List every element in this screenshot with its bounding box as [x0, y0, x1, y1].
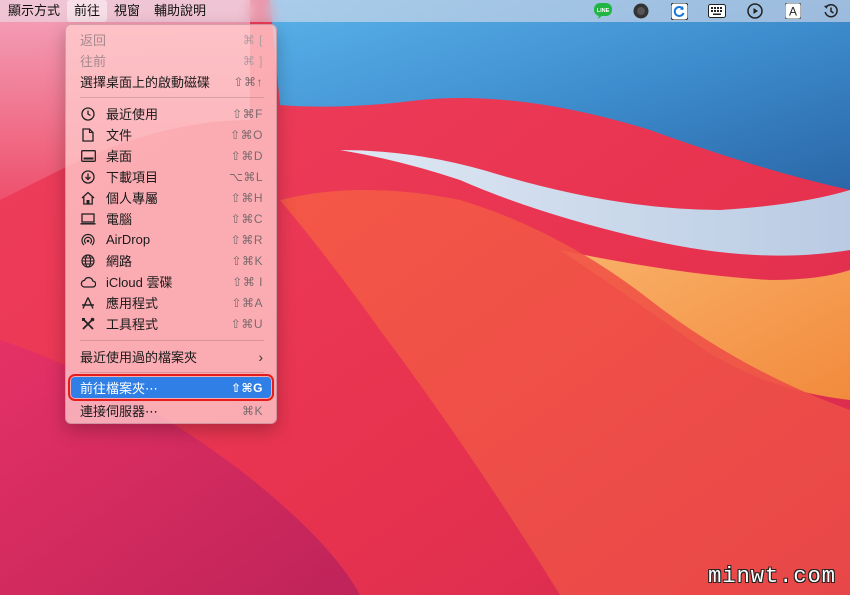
menu-item-applications[interactable]: 應用程式 ⇧⌘A — [71, 292, 271, 313]
download-icon — [80, 169, 96, 185]
line-app-icon[interactable]: LINE — [592, 0, 614, 22]
time-machine-icon[interactable] — [820, 0, 842, 22]
menu-item-recent-folders[interactable]: 最近使用過的檔案夾 › — [71, 346, 271, 367]
menu-item-airdrop[interactable]: AirDrop ⇧⌘R — [71, 229, 271, 250]
status-area: LINE A — [584, 0, 850, 22]
document-icon — [80, 127, 96, 143]
computer-icon — [80, 211, 96, 227]
menu-item-recents[interactable]: 最近使用 ⇧⌘F — [71, 103, 271, 124]
menubar-help[interactable]: 輔助說明 — [147, 0, 213, 22]
home-icon — [80, 190, 96, 206]
network-icon — [80, 253, 96, 269]
desktop-icon — [80, 148, 96, 164]
chevron-right-icon: › — [258, 348, 263, 365]
keyboard-icon[interactable] — [706, 0, 728, 22]
menu-separator — [80, 340, 264, 341]
input-source-icon[interactable]: A — [782, 0, 804, 22]
menu-item-downloads[interactable]: 下載項目 ⌥⌘L — [71, 166, 271, 187]
menu-item-home[interactable]: 個人專屬 ⇧⌘H — [71, 187, 271, 208]
airdrop-icon — [80, 232, 96, 248]
menubar-view[interactable]: 顯示方式 — [0, 0, 67, 22]
menu-separator — [80, 97, 264, 98]
menubar-window[interactable]: 視窗 — [107, 0, 147, 22]
menu-item-forward[interactable]: 往前 ⌘ ] — [71, 50, 271, 71]
menu-item-network[interactable]: 網路 ⇧⌘K — [71, 250, 271, 271]
play-circle-icon[interactable] — [744, 0, 766, 22]
menu-item-back[interactable]: 返回 ⌘ [ — [71, 29, 271, 50]
input-source-label: A — [789, 5, 797, 19]
tools-icon — [80, 316, 96, 332]
cloud-icon — [80, 274, 96, 290]
menu-item-icloud-drive[interactable]: iCloud 雲碟 ⇧⌘ I — [71, 271, 271, 292]
menu-item-utilities[interactable]: 工具程式 ⇧⌘U — [71, 313, 271, 334]
menu-item-startup-disk[interactable]: 選擇桌面上的啟動磁碟 ⇧⌘↑ — [71, 71, 271, 92]
applications-icon — [80, 295, 96, 311]
watermark: minwt.com — [708, 564, 836, 589]
refresh-badge-icon[interactable] — [668, 0, 690, 22]
go-menu-dropdown: 返回 ⌘ [ 往前 ⌘ ] 選擇桌面上的啟動磁碟 ⇧⌘↑ 最近使用 ⇧⌘F 文件… — [65, 24, 277, 424]
menu-item-go-to-folder[interactable]: 前往檔案夾⋯ ⇧⌘G — [68, 374, 274, 401]
clock-icon — [80, 106, 96, 122]
dark-circle-icon[interactable] — [630, 0, 652, 22]
menu-bar: 顯示方式 前往 視窗 輔助說明 LINE A — [0, 0, 850, 22]
line-app-label: LINE — [597, 8, 610, 14]
menu-item-computer[interactable]: 電腦 ⇧⌘C — [71, 208, 271, 229]
menu-separator — [80, 372, 264, 373]
menu-item-documents[interactable]: 文件 ⇧⌘O — [71, 124, 271, 145]
menubar-go[interactable]: 前往 — [67, 0, 108, 22]
menu-item-desktop[interactable]: 桌面 ⇧⌘D — [71, 145, 271, 166]
menu-item-connect-server[interactable]: 連接伺服器⋯ ⌘K — [71, 400, 271, 421]
